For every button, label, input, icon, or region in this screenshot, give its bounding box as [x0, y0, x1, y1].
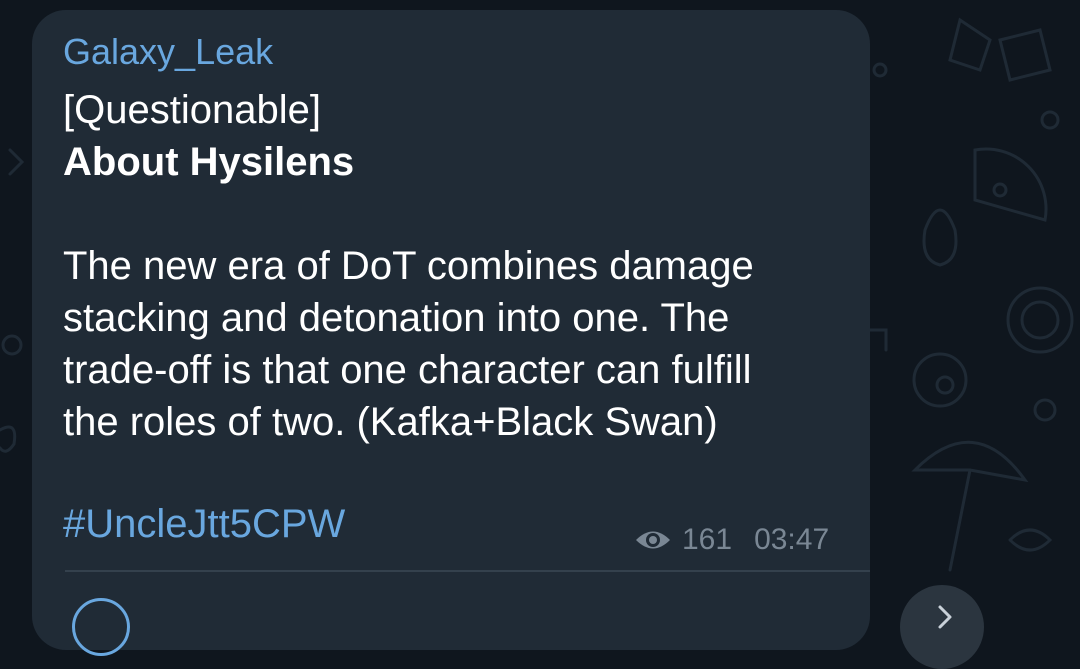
- message-body-line: trade-off is that one character can fulf…: [63, 348, 752, 392]
- comment-icon[interactable]: [72, 598, 130, 656]
- comments-divider: [65, 570, 870, 572]
- message-body-line: stacking and detonation into one. The: [63, 296, 730, 340]
- sender-name[interactable]: Galaxy_Leak: [63, 32, 273, 72]
- hashtag-link[interactable]: #UncleJtt5CPW: [63, 498, 345, 550]
- message-body-line: The new era of DoT combines damage: [63, 244, 754, 288]
- message-tag-line: [Questionable]: [63, 88, 321, 132]
- eye-icon: [636, 531, 670, 549]
- message-body-line: the roles of two. (Kafka+Black Swan): [63, 400, 718, 444]
- message-meta: 161 03:47: [634, 522, 829, 558]
- message-title: About Hysilens: [63, 140, 355, 184]
- view-count: 161: [682, 523, 733, 556]
- share-button[interactable]: [900, 585, 984, 669]
- message-time: 03:47: [754, 523, 830, 556]
- share-arrow-icon: [938, 605, 952, 629]
